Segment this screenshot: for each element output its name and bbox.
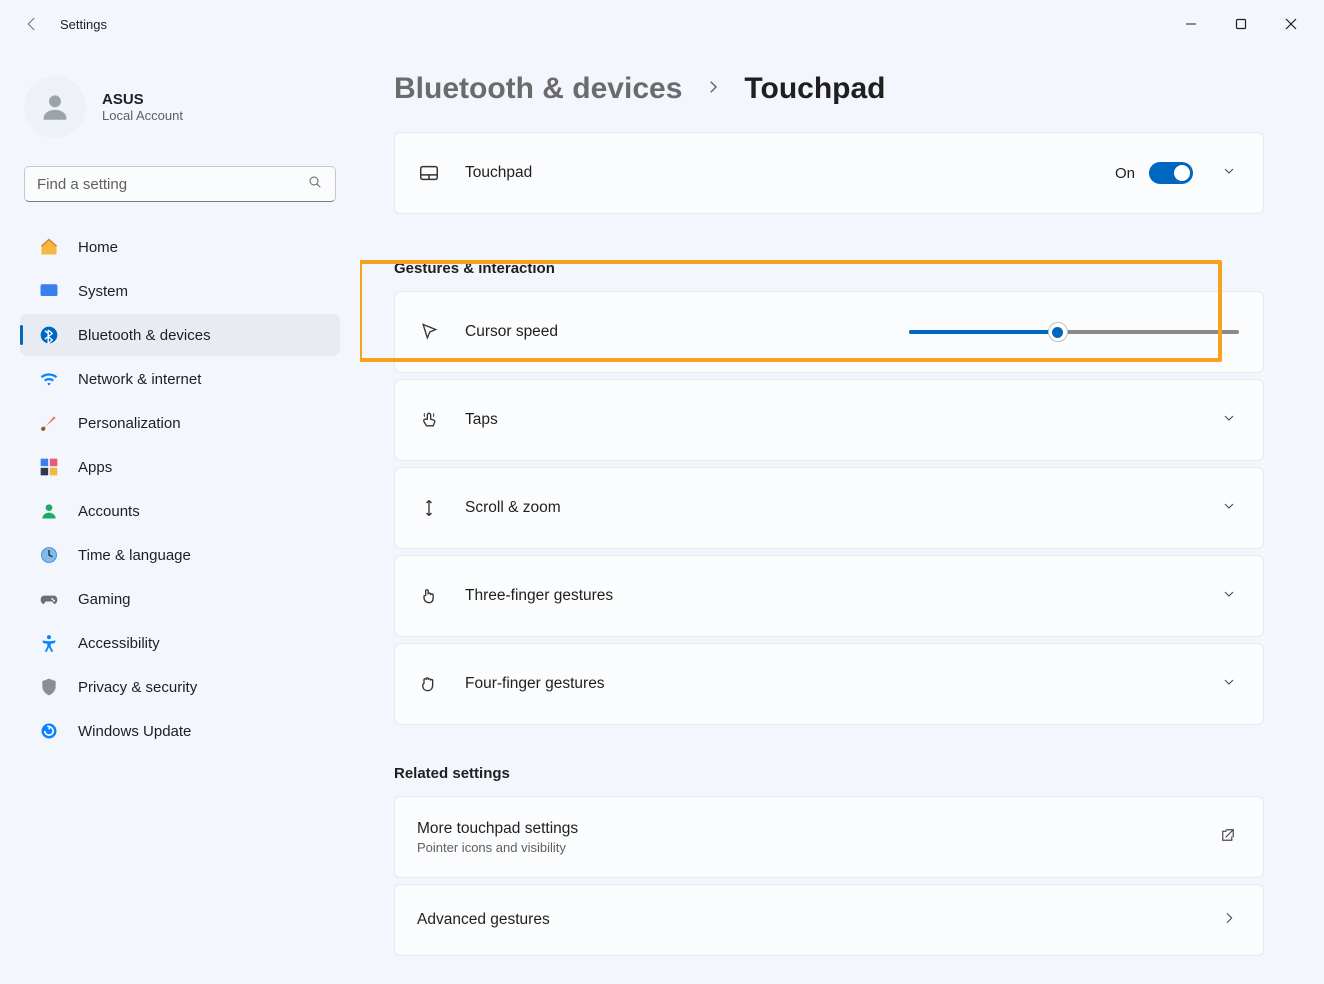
- external-link-icon: [1215, 826, 1241, 849]
- four-finger-label: Four-finger gestures: [465, 675, 605, 693]
- taps-card[interactable]: Taps: [394, 379, 1264, 461]
- titlebar-left: Settings: [8, 14, 107, 34]
- minimize-button[interactable]: [1166, 4, 1216, 44]
- nav-label: System: [78, 283, 128, 300]
- nav-system[interactable]: System: [20, 270, 340, 312]
- titlebar: Settings: [0, 0, 1324, 48]
- person-icon: [38, 500, 60, 522]
- nav-label: Accounts: [78, 503, 140, 520]
- avatar: [24, 76, 86, 138]
- touchpad-toggle[interactable]: [1149, 162, 1193, 184]
- apps-icon: [38, 456, 60, 478]
- chevron-down-icon[interactable]: [1217, 586, 1241, 607]
- nav-label: Home: [78, 239, 118, 256]
- search-input[interactable]: [37, 176, 307, 193]
- three-finger-card[interactable]: Three-finger gestures: [394, 555, 1264, 637]
- nav-label: Accessibility: [78, 635, 160, 652]
- tap-icon: [417, 410, 441, 430]
- related-section-title: Related settings: [394, 765, 1264, 782]
- nav: Home System Bluetooth & devices Network …: [0, 218, 360, 752]
- cursor-icon: [417, 322, 441, 342]
- nav-label: Privacy & security: [78, 679, 197, 696]
- nav-time-language[interactable]: Time & language: [20, 534, 340, 576]
- nav-label: Gaming: [78, 591, 131, 608]
- hand-icon: [417, 674, 441, 694]
- home-icon: [38, 236, 60, 258]
- toggle-state: On: [1115, 165, 1135, 182]
- scroll-zoom-icon: [417, 498, 441, 518]
- nav-network[interactable]: Network & internet: [20, 358, 340, 400]
- search-icon: [307, 174, 323, 195]
- taps-label: Taps: [465, 411, 498, 429]
- gestures-section-title: Gestures & interaction: [394, 260, 1264, 277]
- nav-label: Time & language: [78, 547, 191, 564]
- account-block[interactable]: ASUS Local Account: [0, 68, 360, 158]
- hand-icon: [417, 586, 441, 606]
- more-touchpad-label: More touchpad settings: [417, 820, 578, 838]
- account-sub: Local Account: [102, 108, 183, 123]
- system-icon: [38, 280, 60, 302]
- breadcrumb: Bluetooth & devices Touchpad: [394, 72, 1264, 106]
- nav-personalization[interactable]: Personalization: [20, 402, 340, 444]
- nav-label: Apps: [78, 459, 112, 476]
- four-finger-card[interactable]: Four-finger gestures: [394, 643, 1264, 725]
- search-box[interactable]: [24, 166, 336, 202]
- slider-thumb[interactable]: [1048, 322, 1068, 342]
- main-content: Bluetooth & devices Touchpad Touchpad On: [360, 48, 1324, 984]
- nav-home[interactable]: Home: [20, 226, 340, 268]
- more-touchpad-card[interactable]: More touchpad settings Pointer icons and…: [394, 796, 1264, 878]
- wifi-icon: [38, 368, 60, 390]
- cursor-speed-label: Cursor speed: [465, 323, 558, 341]
- clock-globe-icon: [38, 544, 60, 566]
- chevron-down-icon[interactable]: [1217, 163, 1241, 184]
- shield-icon: [38, 676, 60, 698]
- sidebar: ASUS Local Account Home: [0, 48, 360, 984]
- nav-apps[interactable]: Apps: [20, 446, 340, 488]
- cursor-speed-card: Cursor speed: [394, 291, 1264, 373]
- touchpad-label: Touchpad: [465, 164, 532, 182]
- maximize-button[interactable]: [1216, 4, 1266, 44]
- gamepad-icon: [38, 588, 60, 610]
- brush-icon: [38, 412, 60, 434]
- nav-accessibility[interactable]: Accessibility: [20, 622, 340, 664]
- window-controls: [1166, 4, 1316, 44]
- nav-gaming[interactable]: Gaming: [20, 578, 340, 620]
- nav-label: Bluetooth & devices: [78, 327, 211, 344]
- nav-windows-update[interactable]: Windows Update: [20, 710, 340, 752]
- advanced-gestures-card[interactable]: Advanced gestures: [394, 884, 1264, 956]
- cursor-speed-slider[interactable]: [909, 323, 1239, 341]
- scroll-zoom-label: Scroll & zoom: [465, 499, 561, 517]
- touchpad-card[interactable]: Touchpad On: [394, 132, 1264, 214]
- account-name: ASUS: [102, 91, 183, 108]
- breadcrumb-parent[interactable]: Bluetooth & devices: [394, 72, 682, 106]
- chevron-down-icon[interactable]: [1217, 410, 1241, 431]
- nav-label: Network & internet: [78, 371, 201, 388]
- three-finger-label: Three-finger gestures: [465, 587, 613, 605]
- close-button[interactable]: [1266, 4, 1316, 44]
- advanced-gestures-label: Advanced gestures: [417, 911, 550, 929]
- accessibility-icon: [38, 632, 60, 654]
- update-icon: [38, 720, 60, 742]
- chevron-down-icon[interactable]: [1217, 498, 1241, 519]
- nav-label: Personalization: [78, 415, 181, 432]
- chevron-right-icon: [704, 78, 722, 101]
- chevron-right-icon[interactable]: [1217, 910, 1241, 931]
- bluetooth-icon: [38, 324, 60, 346]
- app-title: Settings: [60, 17, 107, 32]
- chevron-down-icon[interactable]: [1217, 674, 1241, 695]
- nav-label: Windows Update: [78, 723, 191, 740]
- nav-accounts[interactable]: Accounts: [20, 490, 340, 532]
- more-touchpad-sub: Pointer icons and visibility: [417, 840, 578, 855]
- nav-privacy[interactable]: Privacy & security: [20, 666, 340, 708]
- nav-bluetooth-devices[interactable]: Bluetooth & devices: [20, 314, 340, 356]
- touchpad-icon: [417, 162, 441, 184]
- breadcrumb-current: Touchpad: [744, 72, 885, 106]
- back-button[interactable]: [22, 14, 42, 34]
- scroll-zoom-card[interactable]: Scroll & zoom: [394, 467, 1264, 549]
